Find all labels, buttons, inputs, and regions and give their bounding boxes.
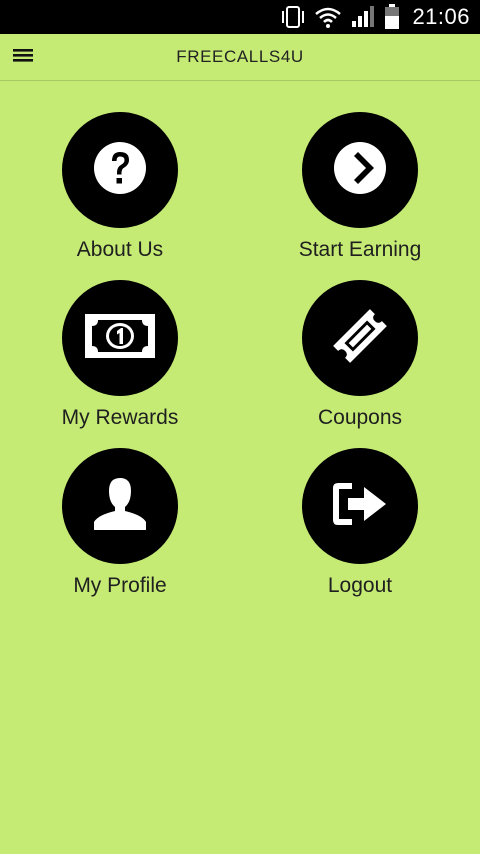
status-icons: 21:06: [280, 0, 470, 34]
my-rewards-tile[interactable]: My Rewards: [30, 280, 210, 440]
logout-circle[interactable]: [302, 448, 418, 564]
my-profile-tile[interactable]: My Profile: [30, 448, 210, 608]
logout-tile[interactable]: Logout: [270, 448, 450, 608]
start-earning-circle[interactable]: [302, 112, 418, 228]
menu-button[interactable]: [10, 44, 36, 70]
status-bar: 21:06: [0, 0, 480, 34]
logout-icon: [330, 479, 390, 534]
app-bar: FREECALLS4U: [0, 34, 480, 81]
my-profile-circle[interactable]: [62, 448, 178, 564]
my-rewards-label: My Rewards: [61, 406, 179, 429]
signal-icon: [350, 5, 376, 29]
battery-icon: [384, 4, 400, 30]
my-profile-label: My Profile: [73, 574, 167, 597]
banknote-icon: [85, 313, 155, 363]
about-us-tile[interactable]: About Us: [30, 112, 210, 272]
ticket-icon: [328, 304, 392, 373]
my-rewards-circle[interactable]: [62, 280, 178, 396]
coupons-circle[interactable]: [302, 280, 418, 396]
user-icon: [90, 474, 150, 539]
coupons-label: Coupons: [317, 406, 403, 429]
app-title: FREECALLS4U: [176, 47, 304, 66]
logout-label: Logout: [327, 574, 393, 597]
start-earning-tile[interactable]: Start Earning: [270, 112, 450, 272]
about-us-label: About Us: [76, 238, 164, 261]
wifi-icon: [314, 6, 342, 28]
coupons-tile[interactable]: Coupons: [270, 280, 450, 440]
hamburger-menu-icon: [13, 47, 33, 68]
vibrate-icon: [280, 5, 306, 29]
about-us-circle[interactable]: [62, 112, 178, 228]
start-earning-label: Start Earning: [298, 238, 422, 261]
question-icon: [92, 140, 148, 201]
status-time: 21:06: [412, 4, 470, 29]
chevron-right-icon: [332, 140, 388, 201]
